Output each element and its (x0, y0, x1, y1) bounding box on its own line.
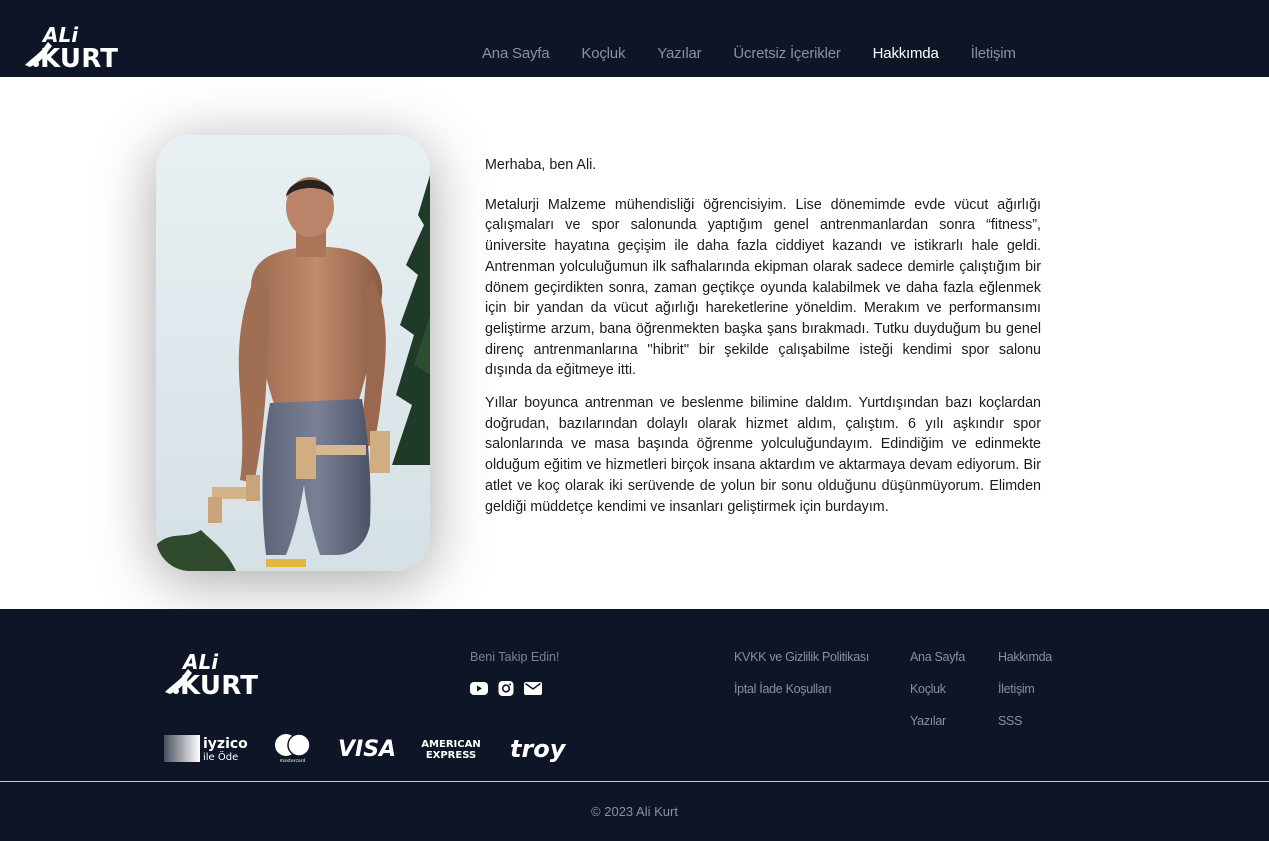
main-nav: Ana Sayfa Koçluk Yazılar Ücretsiz İçerik… (482, 45, 1048, 62)
amex-top: AMERICAN (421, 739, 480, 750)
copyright-bar: © 2023 Ali Kurt (0, 782, 1269, 841)
amex-logo: AMERICAN EXPRESS (421, 739, 480, 761)
nav-home[interactable]: Ana Sayfa (482, 45, 550, 62)
footer-brand-logo[interactable]: ALi KURT (162, 647, 262, 697)
footer-link-coaching[interactable]: Koçluk (910, 682, 965, 714)
about-paragraph-2: Yıllar boyunca antrenman ve beslenme bil… (485, 395, 1041, 515)
nav-about[interactable]: Hakkımda (873, 45, 939, 62)
footer-nav-col-1: Ana Sayfa Koçluk Yazılar (910, 650, 965, 746)
footer-link-kvkk[interactable]: KVKK ve Gizlilik Politikası (734, 650, 869, 682)
footer-logo-bottom-text: KURT (180, 671, 258, 697)
copyright-text: © 2023 Ali Kurt (591, 804, 678, 819)
iyzico-sub: ile Öde (203, 750, 238, 763)
about-text: Merhaba, ben Ali. Metalurji Malzeme mühe… (485, 154, 1041, 517)
about-section: Merhaba, ben Ali. Metalurji Malzeme mühe… (0, 77, 1269, 609)
instagram-icon[interactable] (497, 681, 515, 696)
iyzico-name: iyzico (203, 736, 248, 752)
youtube-icon[interactable] (470, 681, 488, 696)
site-header: ALi KURT Ana Sayfa Koçluk Yazılar Ücrets… (0, 0, 1269, 77)
social-links (470, 681, 542, 696)
payment-logos: iyzico ile Öde mastercard VISA AMERICAN … (164, 733, 567, 763)
nav-contact[interactable]: İletişim (971, 45, 1016, 62)
footer-legal-links: KVKK ve Gizlilik Politikası İptal İade K… (734, 650, 869, 714)
site-footer: ALi KURT Beni Takip Edin! KVKK ve Gizlil… (0, 609, 1269, 781)
visa-logo: VISA (338, 737, 396, 762)
brand-logo[interactable]: ALi KURT (22, 20, 122, 70)
footer-nav-col-2: Hakkımda İletişim SSS (998, 650, 1052, 746)
troy-logo: troy (510, 735, 567, 763)
follow-label: Beni Takip Edin! (470, 650, 560, 664)
about-greeting: Merhaba, ben Ali. (485, 157, 597, 173)
footer-link-home[interactable]: Ana Sayfa (910, 650, 965, 682)
iyzico-logo: iyzico ile Öde (164, 735, 248, 763)
nav-posts[interactable]: Yazılar (657, 45, 701, 62)
nav-free-content[interactable]: Ücretsiz İçerikler (733, 45, 840, 62)
footer-link-faq[interactable]: SSS (998, 714, 1052, 746)
footer-link-contact[interactable]: İletişim (998, 682, 1052, 714)
footer-link-about[interactable]: Hakkımda (998, 650, 1052, 682)
mail-icon[interactable] (524, 681, 542, 696)
logo-bottom-text: KURT (40, 44, 118, 70)
mastercard-text: mastercard (280, 758, 306, 763)
mastercard-logo: mastercard (275, 733, 311, 763)
amex-bottom: EXPRESS (426, 750, 476, 761)
nav-coaching[interactable]: Koçluk (581, 45, 625, 62)
footer-link-posts[interactable]: Yazılar (910, 714, 965, 746)
about-paragraph-1: Metalurji Malzeme mühendisliği öğrencisi… (485, 196, 1041, 379)
footer-link-refund[interactable]: İptal İade Koşulları (734, 682, 869, 714)
profile-photo (156, 135, 430, 571)
